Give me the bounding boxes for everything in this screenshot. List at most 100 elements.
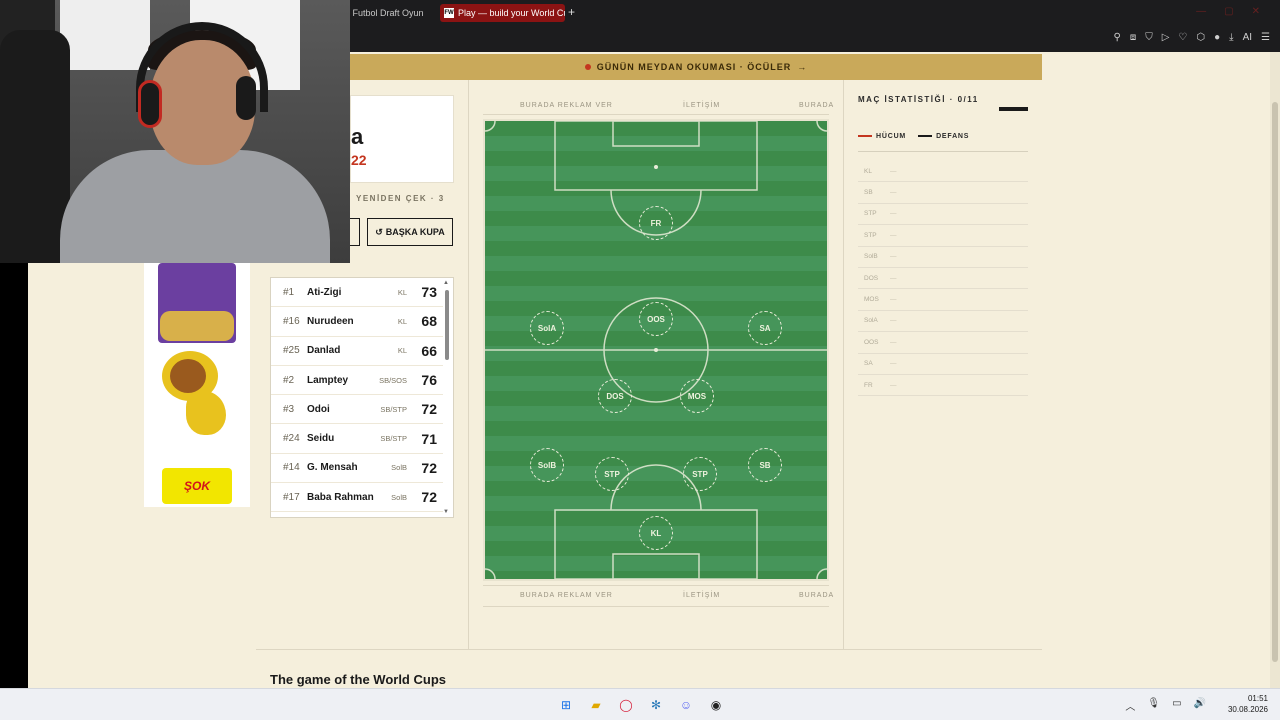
player-number: #2 <box>283 374 295 386</box>
player-row[interactable]: #3 Odoi SB/STP 72 <box>271 395 443 425</box>
discord-icon[interactable]: ☺ <box>676 695 696 715</box>
position-slot[interactable]: DOS <box>598 379 632 413</box>
legend-defense: DEFANS <box>918 133 969 140</box>
stat-label: FR <box>864 381 873 389</box>
webcam-overlay <box>0 0 350 263</box>
stat-label: SolA <box>864 317 878 325</box>
stat-value: — <box>890 167 897 175</box>
page-scrollbar-thumb[interactable] <box>1272 102 1278 662</box>
close-icon[interactable]: ✕ <box>1252 6 1260 17</box>
tab-play-world-cup[interactable]: FW Play — build your World Cu × <box>440 4 565 22</box>
stat-value: — <box>890 189 897 197</box>
player-row[interactable]: #17 Baba Rahman SolB 72 <box>271 483 443 513</box>
player-rating: 76 <box>421 372 437 389</box>
tab-label: an Futbol Draft Oyun <box>340 8 424 18</box>
stat-value: — <box>890 338 897 346</box>
position-slot[interactable]: SolB <box>530 448 564 482</box>
scroll-up-icon[interactable]: ▲ <box>443 280 449 286</box>
tab-draft-game[interactable]: an Futbol Draft Oyun <box>340 4 435 22</box>
ad-banner[interactable]: ŞOK <box>144 263 250 507</box>
player-row[interactable]: #1 Ati-Zigi KL 73 <box>271 278 443 308</box>
clock[interactable]: 01:51 30.08.2026 <box>1228 693 1268 715</box>
player-row[interactable]: #2 Lamptey SB/SOS 76 <box>271 366 443 396</box>
contact-link[interactable]: İLETİŞİM <box>683 592 720 599</box>
ad-row-top: BURADA REKLAM VER İLETİŞİM BURADA <box>483 100 833 114</box>
player-rating: 71 <box>421 430 437 447</box>
position-slot[interactable]: OOS <box>639 302 673 336</box>
chevron-up-icon[interactable]: ︿ <box>1125 698 1135 713</box>
legend-attack-label: HÜCUM <box>876 133 907 140</box>
player-rating: 72 <box>421 459 437 476</box>
stat-value: — <box>890 253 897 261</box>
stat-value: — <box>890 296 897 304</box>
ad-link[interactable]: BURADA <box>799 102 834 109</box>
ai-button[interactable]: AI <box>1243 32 1252 43</box>
heart-icon[interactable]: ♡ <box>1178 32 1187 43</box>
player-rating: 66 <box>421 342 437 359</box>
sok-logo: ŞOK <box>162 468 232 504</box>
page-scrollbar[interactable] <box>1270 52 1280 688</box>
new-tab-button[interactable]: + <box>568 5 575 19</box>
ad-link[interactable]: BURADA REKLAM VER <box>520 592 613 599</box>
stat-row: SolB — <box>858 247 1028 268</box>
ad-link[interactable]: BURADA REKLAM VER <box>520 102 613 109</box>
other-cup-button[interactable]: ↺ BAŞKA KUPA <box>367 218 453 246</box>
shield-icon[interactable]: ⛉ <box>1145 32 1153 43</box>
ad-link[interactable]: BURADA <box>799 592 834 599</box>
divider <box>483 585 829 586</box>
display-icon[interactable]: ▭ <box>1172 698 1181 713</box>
opera-icon[interactable]: ◯ <box>616 695 636 715</box>
stats-progress-bar <box>999 107 1028 111</box>
live-dot-icon <box>584 64 591 70</box>
microphone-icon[interactable]: 🎙 <box>1147 698 1160 713</box>
daily-challenge-banner[interactable]: GÜNÜN MEYDAN OKUMASI · ÖCÜLER → <box>350 54 1042 80</box>
player-position: SB/STP <box>380 404 407 414</box>
position-slot[interactable]: STP <box>683 457 717 491</box>
tab-label: Play — build your World Cu <box>458 8 565 18</box>
player-number: #3 <box>283 403 295 415</box>
screenshot-icon[interactable]: ⧈ <box>1130 32 1136 43</box>
player-row[interactable]: #16 Nurudeen KL 68 <box>271 307 443 337</box>
scroll-down-icon[interactable]: ▼ <box>443 509 449 515</box>
list-scrollbar[interactable]: ▲ ▼ <box>443 280 451 515</box>
position-slot[interactable]: FR <box>639 206 673 240</box>
player-number: #16 <box>283 315 300 327</box>
match-stats-title: MAÇ İSTATİSTİĞİ · 0/11 <box>858 95 979 104</box>
pin-icon[interactable]: ⚲ <box>1114 32 1121 43</box>
file-explorer-icon[interactable]: ▰ <box>586 695 606 715</box>
maximize-icon[interactable]: ▢ <box>1224 6 1233 17</box>
position-slot[interactable]: STP <box>595 457 629 491</box>
player-row[interactable]: #14 G. Mensah SolB 72 <box>271 454 443 484</box>
stat-value: — <box>890 317 897 325</box>
player-list[interactable]: #1 Ati-Zigi KL 73 #16 Nurudeen KL 68 #25 Danlad KL… <box>270 277 454 518</box>
ad-row-bottom: BURADA REKLAM VER İLETİŞİM BURADA <box>483 590 833 604</box>
minimize-icon[interactable]: — <box>1196 6 1206 17</box>
stat-row: KL — <box>858 161 1028 183</box>
settings-icon[interactable]: ✻ <box>646 695 666 715</box>
volume-icon[interactable]: 🔊 <box>1194 698 1206 713</box>
toy-car-image <box>160 311 234 341</box>
obs-icon[interactable]: ◉ <box>706 695 726 715</box>
position-slot[interactable]: SolA <box>530 311 564 345</box>
stat-label: STP <box>864 210 877 218</box>
position-slot[interactable]: SB <box>748 448 782 482</box>
column-divider <box>468 80 469 650</box>
extensions-icon[interactable]: ⬡ <box>1196 32 1205 43</box>
player-row[interactable]: #24 Seidu SB/STP 71 <box>271 425 443 454</box>
play-icon[interactable]: ▷ <box>1162 32 1170 43</box>
player-position: SB/STP <box>380 434 407 444</box>
profile-icon[interactable]: ● <box>1214 32 1220 43</box>
lion-toy-image <box>156 351 238 441</box>
position-slot[interactable]: MOS <box>680 379 714 413</box>
download-icon[interactable]: ⤓ <box>1229 32 1233 43</box>
contact-link[interactable]: İLETİŞİM <box>683 102 720 109</box>
player-row[interactable]: #25 Danlad KL 66 <box>271 337 443 366</box>
stat-row: STP — <box>858 225 1028 247</box>
position-slot[interactable]: KL <box>639 516 673 550</box>
position-slot[interactable]: SA <box>748 311 782 345</box>
menu-icon[interactable]: ☰ <box>1261 32 1270 43</box>
windows-start-icon[interactable]: ⊞ <box>556 695 576 715</box>
divider <box>256 649 1042 650</box>
player-position: SolB <box>391 463 407 473</box>
list-scrollbar-thumb[interactable] <box>445 290 449 360</box>
